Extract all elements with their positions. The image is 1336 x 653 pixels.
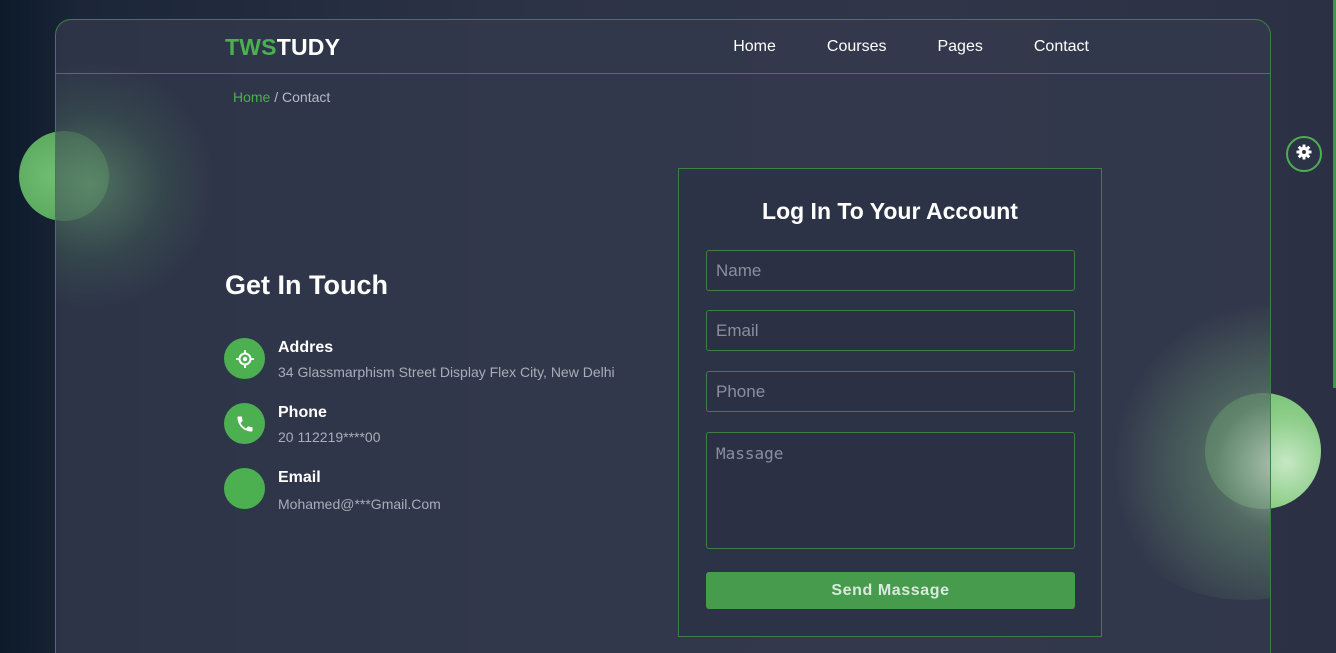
brand-logo[interactable]: TWSTUDY xyxy=(225,34,340,61)
navbar: TWSTUDY Home Courses Pages Contact xyxy=(56,20,1270,74)
email-input[interactable] xyxy=(706,310,1075,351)
nav-link-home[interactable]: Home xyxy=(733,38,776,56)
send-message-button[interactable]: Send Massage xyxy=(706,572,1075,609)
brand-logo-part2: TUDY xyxy=(276,34,341,60)
contact-item-address: Addres 34 Glassmarphism Street Display F… xyxy=(224,338,615,380)
phone-input[interactable] xyxy=(706,371,1075,412)
address-label: Addres xyxy=(278,339,334,356)
form-title: Log In To Your Account xyxy=(762,198,1018,224)
breadcrumb: Home / Contact xyxy=(233,89,330,105)
phone-icon xyxy=(224,403,265,444)
glow-left xyxy=(56,60,216,310)
name-input[interactable] xyxy=(706,250,1075,291)
email-label: Email xyxy=(278,469,321,486)
message-textarea[interactable] xyxy=(706,432,1075,549)
glow-right xyxy=(1086,300,1270,600)
phone-label: Phone xyxy=(278,404,327,421)
email-value: Mohamed@***Gmail.Com xyxy=(278,496,441,512)
location-icon xyxy=(224,338,265,379)
login-form: Log In To Your Account Send Massage xyxy=(678,168,1102,637)
address-value: 34 Glassmarphism Street Display Flex Cit… xyxy=(278,364,615,380)
breadcrumb-home-link[interactable]: Home xyxy=(233,89,270,105)
phone-value: 20 112219****00 xyxy=(278,429,381,445)
nav-link-contact[interactable]: Contact xyxy=(1034,38,1089,56)
breadcrumb-current: Contact xyxy=(282,89,331,105)
nav-link-pages[interactable]: Pages xyxy=(937,38,982,56)
main-card: TWSTUDY Home Courses Pages Contact Home … xyxy=(55,19,1271,653)
contact-item-phone: Phone 20 112219****00 xyxy=(224,403,381,445)
email-icon xyxy=(224,468,265,509)
nav-links: Home Courses Pages Contact xyxy=(682,38,1089,56)
get-in-touch-title: Get In Touch xyxy=(225,270,388,300)
settings-button[interactable] xyxy=(1286,136,1322,172)
breadcrumb-separator: / xyxy=(270,89,283,105)
brand-logo-part1: TWS xyxy=(225,34,277,60)
contact-item-email: Email Mohamed@***Gmail.Com xyxy=(224,468,441,512)
gear-icon xyxy=(1296,144,1312,165)
nav-link-courses[interactable]: Courses xyxy=(827,38,887,56)
